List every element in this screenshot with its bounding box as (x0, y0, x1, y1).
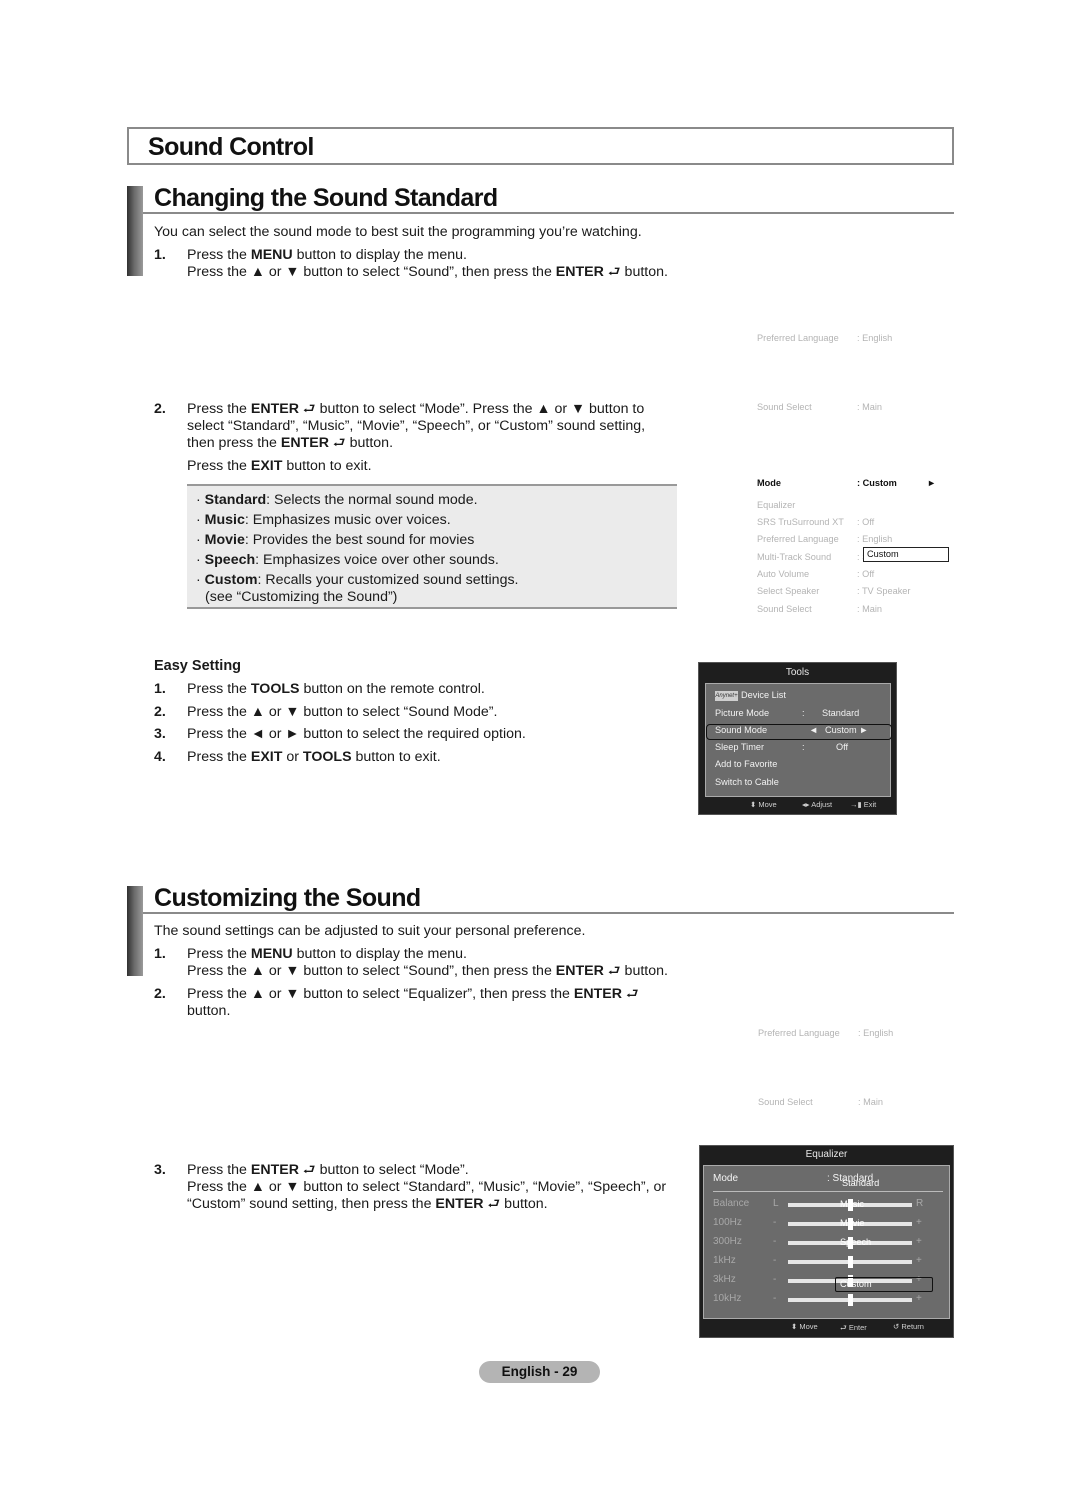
enter-icon: ⮐ (840, 1323, 847, 1332)
heading-rule (143, 912, 954, 914)
eq-option-speech[interactable]: Speech (840, 1237, 871, 1247)
eq-band-min: - (773, 1274, 777, 1285)
intro-text: You can select the sound mode to best su… (154, 224, 642, 240)
footer-return: ↺ Return (893, 1322, 924, 1331)
tools-item-sleep-timer[interactable]: Sleep Timer: Off (715, 742, 848, 752)
sound-mode-notes: · Standard: Selects the normal sound mod… (187, 484, 677, 609)
eq-band-300hz[interactable]: 300Hz - + (713, 1236, 943, 1250)
menu-row-preferred-language[interactable]: Preferred Language: English (757, 534, 892, 544)
arrow-left-icon: ◄ (809, 725, 819, 735)
menu-row-preferred-language[interactable]: Preferred Language: English (757, 333, 892, 343)
eq-band-max: + (916, 1293, 922, 1304)
footer-move: ⬍ Move (791, 1322, 818, 1331)
eq-slider-knob[interactable] (847, 1256, 853, 1268)
equalizer-body: Mode : Standard Balance L R 100Hz - +300Hz - +1… (703, 1165, 950, 1319)
heading-title: Changing the Sound Standard (154, 184, 498, 212)
eq-band-label: 3kHz (713, 1274, 736, 1285)
heading-title: Customizing the Sound (154, 884, 421, 912)
eq-band-min: - (773, 1255, 777, 1266)
menu-row-select-speaker[interactable]: Select Speaker: TV Speaker (757, 586, 910, 596)
eq-band-max: + (916, 1236, 922, 1247)
note-extra: (see “Customizing the Sound”) (205, 589, 398, 605)
menu-row-sound-select[interactable]: Sound Select: Main (758, 1097, 883, 1107)
enter-icon: ⮐ (302, 1162, 316, 1178)
menu-row-preferred-language[interactable]: Preferred Language: English (758, 1028, 893, 1038)
menu-row-equalizer[interactable]: Equalizer (757, 500, 795, 510)
note-item: · Movie: Provides the best sound for mov… (196, 532, 475, 548)
updown-icon: ⬍ (791, 1322, 798, 1331)
eq-band-1khz[interactable]: 1kHz - + (713, 1255, 943, 1269)
footer-move: ⬍ Move (750, 800, 777, 809)
page-number-badge: English - 29 (479, 1361, 600, 1383)
enter-icon: ⮐ (487, 1196, 501, 1212)
exit-icon: →▮ (850, 800, 862, 809)
eq-band-min: - (773, 1217, 777, 1228)
eq-option-music[interactable]: Music (840, 1199, 864, 1209)
eq-band-100hz[interactable]: 100Hz - + (713, 1217, 943, 1231)
arrow-right-icon: ► (927, 478, 937, 488)
menu-row-srs[interactable]: SRS TruSurround XT: Off (757, 517, 874, 527)
note-item: · Speech: Emphasizes voice over other so… (196, 552, 499, 568)
enter-icon: ⮐ (625, 986, 639, 1002)
note-item: · Music: Emphasizes music over voices. (196, 512, 451, 528)
eq-band-max: R (916, 1198, 924, 1209)
eq-slider-knob[interactable] (847, 1294, 853, 1306)
enter-icon: ⮐ (607, 963, 621, 979)
note-item: · Standard: Selects the normal sound mod… (196, 492, 478, 508)
heading-side-bar (127, 186, 143, 276)
eq-band-label: 100Hz (713, 1217, 742, 1228)
tools-item-switch-to-cable[interactable]: Switch to Cable (715, 777, 779, 787)
menu-row-mode[interactable]: Mode: Custom ► (757, 478, 937, 488)
tools-title: Tools (785, 667, 810, 678)
eq-band-max: + (916, 1255, 922, 1266)
enter-icon: ⮐ (607, 264, 621, 280)
return-icon: ↺ (893, 1322, 900, 1331)
tools-item-device-list[interactable]: Anynet+ Device List (715, 690, 786, 701)
intro-text: The sound settings can be adjusted to su… (154, 923, 586, 939)
tools-item-sound-mode[interactable]: Sound Mode ◄ Custom ► (715, 725, 868, 735)
eq-band-min: L (773, 1198, 779, 1209)
section-title-box: Sound Control (127, 127, 954, 165)
mode-popup-custom[interactable]: Custom (863, 547, 949, 562)
menu-row-multi-track[interactable]: Multi-Track Sound: Stereo (757, 552, 889, 562)
eq-band-max: + (916, 1217, 922, 1228)
eq-band-label: 10kHz (713, 1293, 742, 1304)
footer-exit: →▮ Exit (850, 800, 877, 809)
equalizer-menu: Equalizer Mode : Standard Balance L R 100Hz… (699, 1145, 954, 1338)
eq-band-label: 300Hz (713, 1236, 742, 1247)
eq-band-min: - (773, 1236, 777, 1247)
eq-band-min: - (773, 1293, 777, 1304)
eq-band-label: Balance (713, 1198, 750, 1209)
updown-icon: ⬍ (750, 800, 757, 809)
tools-menu: Tools Anynet+ Device List Picture Mode: St… (698, 662, 897, 815)
heading-rule (143, 212, 954, 214)
easy-setting-title: Easy Setting (154, 658, 242, 674)
eq-slider-track[interactable] (788, 1256, 912, 1268)
tools-item-add-to-favorite[interactable]: Add to Favorite (715, 759, 777, 769)
footer-adjust: ◂▸ Adjust (802, 800, 833, 809)
tools-body: Anynet+ Device List Picture Mode: Standard… (705, 683, 892, 797)
footer-enter: ⮐ Enter (840, 1323, 867, 1332)
eq-divider (713, 1191, 943, 1192)
menu-row-sound-select[interactable]: Sound Select: Main (757, 402, 882, 412)
tools-item-picture-mode[interactable]: Picture Mode: Standard (715, 708, 859, 718)
leftright-icon: ◂▸ (802, 800, 810, 809)
eq-option-movie[interactable]: Movie (840, 1218, 865, 1228)
enter-icon: ⮐ (302, 401, 316, 417)
heading-side-bar (127, 886, 143, 976)
eq-mode-label[interactable]: Mode (713, 1173, 738, 1184)
menu-row-sound-select[interactable]: Sound Select: Main (757, 604, 882, 614)
eq-band-10khz[interactable]: 10kHz - + (713, 1293, 943, 1307)
eq-option-custom[interactable]: Custom (840, 1279, 872, 1289)
eq-slider-track[interactable] (788, 1294, 912, 1306)
eq-band-balance[interactable]: Balance L R (713, 1198, 943, 1212)
note-item: · Custom: Recalls your customized sound … (196, 572, 519, 588)
eq-band-label: 1kHz (713, 1255, 736, 1266)
menu-row-auto-volume[interactable]: Auto Volume: Off (757, 569, 874, 579)
section-title: Sound Control (148, 133, 314, 161)
eq-option-standard[interactable]: Standard (842, 1178, 879, 1188)
anynet-logo-icon: Anynet+ (715, 690, 738, 701)
equalizer-title: Equalizer (805, 1149, 848, 1160)
enter-icon: ⮐ (332, 435, 346, 451)
